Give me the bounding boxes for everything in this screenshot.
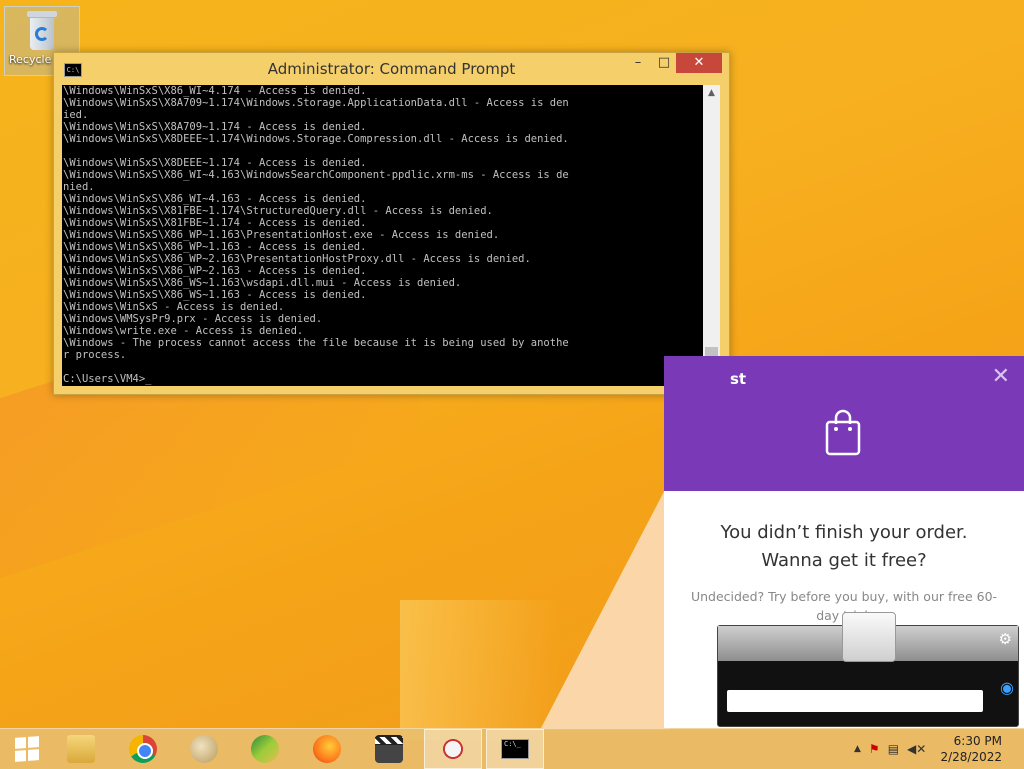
clock-time: 6:30 PM <box>953 734 1002 748</box>
promo-header: st ✕ <box>664 356 1024 491</box>
taskbar-clock[interactable]: 6:30 PM 2/28/2022 <box>940 733 1002 765</box>
recycle-bin-icon <box>27 11 57 51</box>
close-button[interactable]: ✕ <box>676 53 722 73</box>
vertical-scrollbar[interactable]: ▲ ▼ <box>703 85 720 386</box>
command-prompt-icon: C:\_ <box>501 739 529 759</box>
promo-header-title: st <box>730 370 747 388</box>
console-area[interactable]: \Windows\WinSxS\X86_WI~4.174 - Access is… <box>62 85 703 386</box>
ufo-icon[interactable]: ◉ <box>1000 678 1014 697</box>
promo-headline-line1: You didn’t finish your order. <box>720 522 968 543</box>
close-icon[interactable]: ✕ <box>992 366 1010 388</box>
taskbar-file-explorer[interactable] <box>54 729 108 769</box>
maps-icon <box>251 735 279 763</box>
minimize-button[interactable]: – <box>625 53 651 73</box>
gear-icon[interactable]: ⚙ <box>999 630 1012 648</box>
widget-slider-knob[interactable] <box>842 612 896 662</box>
taskbar-movie-maker[interactable] <box>362 729 416 769</box>
clock-date: 2/28/2022 <box>940 750 1002 764</box>
promo-headline-line2: Wanna get it free? <box>761 550 927 571</box>
desktop-widget[interactable]: ⚙ ◉ <box>717 612 1019 727</box>
firefox-icon <box>313 735 341 763</box>
volume-muted-icon[interactable]: ◀✕ <box>907 742 926 756</box>
paint-icon <box>190 735 218 763</box>
taskbar-snipping-tool[interactable] <box>424 729 482 769</box>
taskbar-firefox[interactable] <box>300 729 354 769</box>
window-titlebar[interactable]: C:\ Administrator: Command Prompt – □ ✕ <box>54 53 729 85</box>
file-explorer-icon <box>67 735 95 763</box>
snipping-tool-icon <box>439 735 467 763</box>
tray-arrow-icon[interactable]: ▲ <box>854 744 861 754</box>
movie-maker-icon <box>375 735 403 763</box>
taskbar-paint[interactable] <box>177 729 231 769</box>
promo-headline: You didn’t finish your order. Wanna get … <box>664 519 1024 575</box>
maximize-button[interactable]: □ <box>651 53 677 73</box>
taskbar-command-prompt[interactable]: C:\_ <box>486 729 544 769</box>
scroll-up-icon[interactable]: ▲ <box>703 85 720 102</box>
system-tray: ▲ ⚑ ▤ ◀✕ <box>850 729 930 769</box>
action-center-flag-icon[interactable]: ⚑ <box>869 742 880 756</box>
shopping-bag-icon <box>825 409 861 456</box>
command-prompt-window[interactable]: C:\ Administrator: Command Prompt – □ ✕ … <box>53 52 730 395</box>
taskbar: C:\_ ▲ ⚑ ▤ ◀✕ 6:30 PM 2/28/2022 <box>0 728 1024 769</box>
taskbar-maps[interactable] <box>238 729 292 769</box>
network-icon[interactable]: ▤ <box>888 742 899 756</box>
windows-logo-icon <box>15 736 39 762</box>
start-button[interactable] <box>0 729 54 769</box>
widget-input[interactable] <box>727 690 983 712</box>
taskbar-chrome[interactable] <box>116 729 170 769</box>
console-output: \Windows\WinSxS\X86_WI~4.174 - Access is… <box>63 85 569 385</box>
chrome-icon <box>129 735 157 763</box>
